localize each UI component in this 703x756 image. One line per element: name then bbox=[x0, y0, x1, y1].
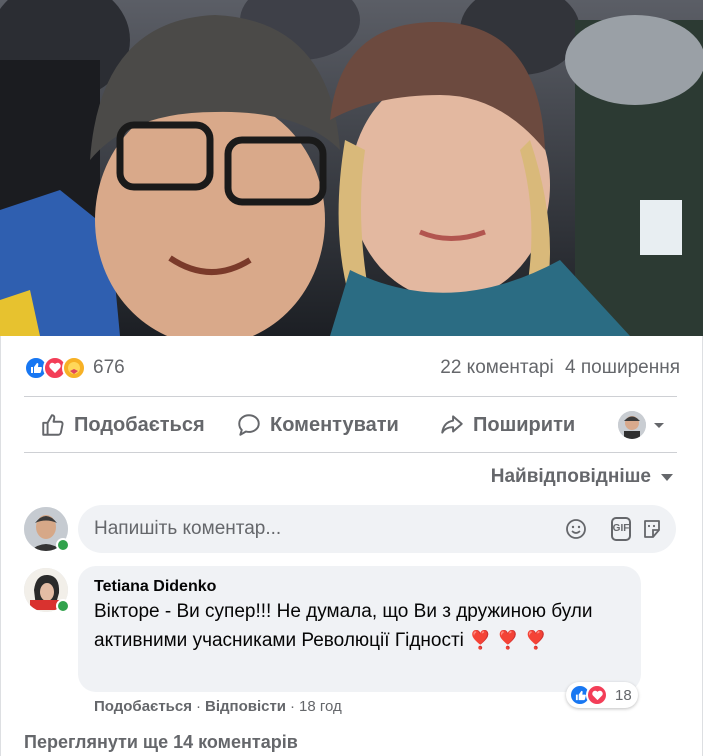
online-status-dot bbox=[56, 538, 70, 552]
heart-emoji-icon: ❣️ bbox=[469, 630, 492, 650]
comment-reaction-count: 18 bbox=[615, 686, 632, 704]
comment-text: Вікторе - Ви супер!!! Не думала, що Ви з… bbox=[94, 598, 625, 655]
reactions-summary[interactable]: 676 bbox=[24, 356, 125, 380]
heart-emoji-icon: ❣️ bbox=[496, 630, 520, 650]
sort-label: Найвідповідніше bbox=[490, 466, 651, 487]
emoji-icon[interactable] bbox=[564, 517, 588, 541]
gif-icon[interactable]: GIF bbox=[602, 517, 632, 541]
stats-divider bbox=[24, 396, 677, 397]
commenter-online-dot bbox=[56, 599, 70, 613]
comment-bubble: Tetiana Didenko Вікторе - Ви супер!!! Не… bbox=[78, 566, 641, 692]
caret-down-icon bbox=[654, 423, 664, 428]
comment-timestamp[interactable]: 18 год bbox=[299, 698, 342, 715]
comments-count-link[interactable]: 22 коментарі bbox=[440, 357, 553, 378]
comment-button[interactable]: Коментувати bbox=[236, 412, 399, 438]
comment-input[interactable] bbox=[94, 518, 534, 540]
separator-dot: · bbox=[290, 698, 296, 715]
share-arrow-icon bbox=[441, 415, 463, 434]
share-button-label: Поширити bbox=[473, 413, 576, 436]
reaction-count: 676 bbox=[93, 357, 125, 378]
comment-meta: Подобається · Відповісти · 18 год bbox=[94, 698, 342, 715]
comment-reactions-badge[interactable]: 18 bbox=[566, 682, 638, 708]
crowd-selfie-photo bbox=[0, 0, 703, 336]
react-as-selector[interactable] bbox=[618, 411, 666, 439]
engagement-counts: 22 коментарі 4 поширення bbox=[434, 357, 680, 379]
love-reaction-icon bbox=[586, 684, 608, 706]
like-button[interactable]: Подобається bbox=[40, 412, 205, 438]
comment-like-link[interactable]: Подобається bbox=[94, 698, 192, 715]
view-more-comments-link[interactable]: Переглянути ще 14 коментарів bbox=[24, 732, 298, 753]
sticker-icon[interactable] bbox=[640, 517, 664, 541]
thumbs-up-icon bbox=[42, 414, 64, 436]
comment-author[interactable]: Tetiana Didenko bbox=[94, 578, 625, 596]
chevron-down-icon bbox=[661, 473, 673, 481]
comment-bubble-icon bbox=[238, 414, 260, 436]
like-button-label: Подобається bbox=[74, 413, 205, 436]
user-avatar-small bbox=[618, 411, 646, 439]
comments-sort-dropdown[interactable]: Найвідповідніше bbox=[491, 466, 673, 488]
separator-dot: · bbox=[195, 698, 201, 715]
post-stats-row: 676 22 коментарі 4 поширення bbox=[24, 350, 680, 386]
comment-composer[interactable]: GIF bbox=[78, 505, 676, 553]
post-actions-bar: Подобається Коментувати Поширити bbox=[24, 400, 677, 450]
comment-reply-link[interactable]: Відповісти bbox=[205, 698, 286, 715]
care-reaction-icon bbox=[62, 356, 86, 380]
comment-button-label: Коментувати bbox=[270, 413, 399, 436]
post-photo[interactable] bbox=[0, 0, 703, 336]
composer-tools: GIF bbox=[550, 517, 664, 541]
share-button[interactable]: Поширити bbox=[439, 412, 575, 438]
heart-emoji-icon: ❣️ bbox=[524, 630, 548, 650]
shares-count-link[interactable]: 4 поширення bbox=[565, 357, 680, 378]
actions-divider bbox=[24, 452, 677, 453]
